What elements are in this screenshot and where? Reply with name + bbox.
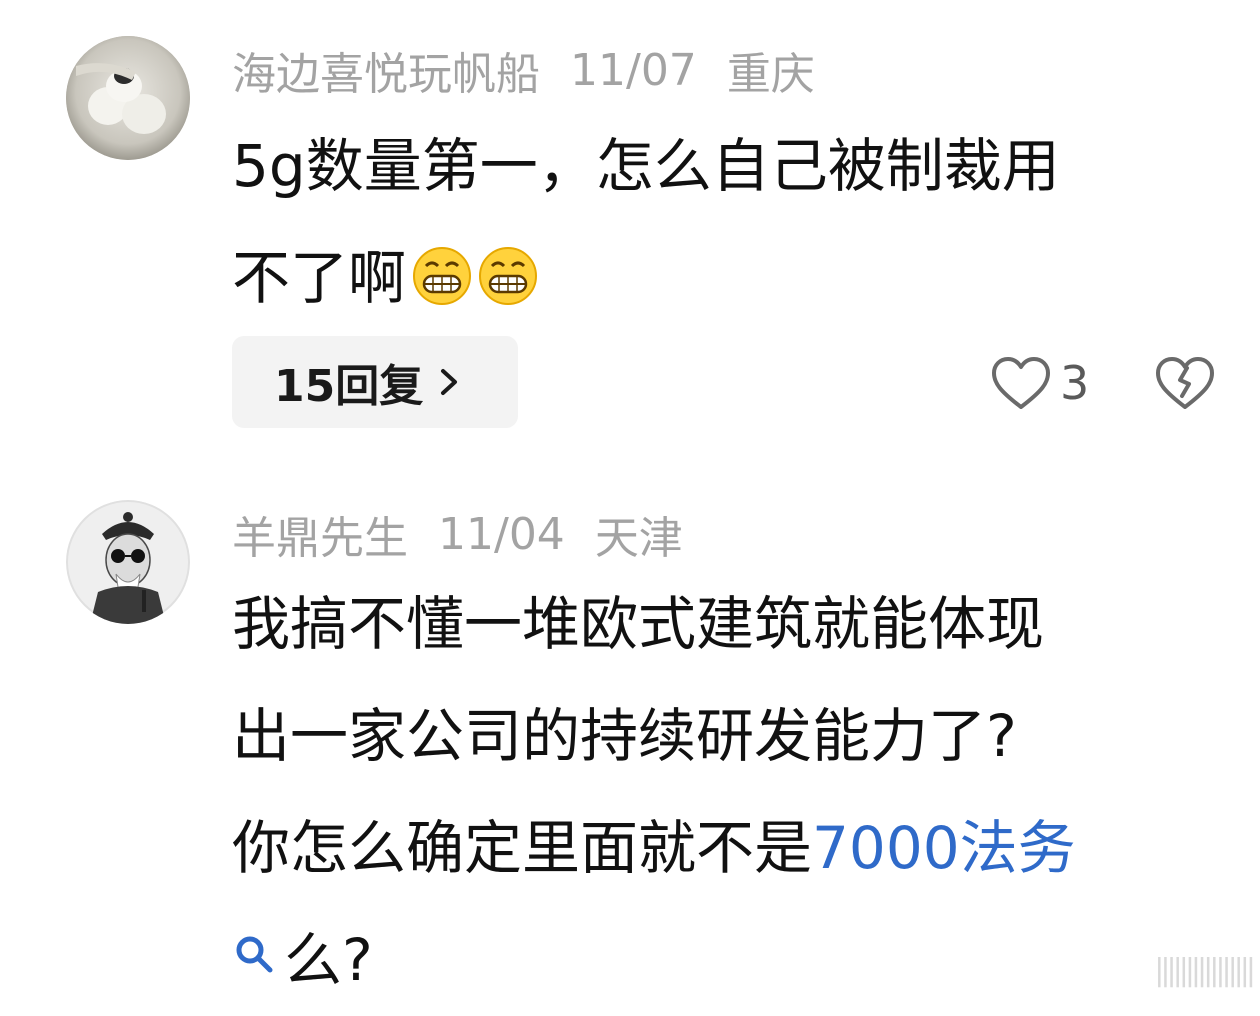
search-icon[interactable] (232, 932, 276, 976)
like-count: 3 (1060, 356, 1090, 410)
comment-text-line: 么? (232, 904, 1222, 1016)
comment-text: 5g数量第一，怎么自己被制裁用 不了啊 (232, 110, 1222, 334)
chevron-right-icon (441, 369, 458, 395)
comment-text-line: 你怎么确定里面就不是7000法务 (232, 792, 1222, 904)
view-replies-button[interactable]: 15回复 (232, 336, 518, 428)
comment-date: 11/04 (438, 508, 565, 560)
avatar[interactable] (66, 500, 190, 624)
like-button[interactable]: 3 (990, 350, 1089, 416)
comment-meta: 海边喜悦玩帆船 11/07 重庆 (232, 38, 845, 102)
comment-item: 海边喜悦玩帆船 11/07 重庆 5g数量第一，怎么自己被制裁用 不了啊 15回… (0, 0, 1260, 470)
broken-heart-icon[interactable] (1154, 354, 1216, 412)
grinning-face-emoji-icon (479, 247, 538, 305)
comment-date: 11/07 (570, 44, 697, 96)
comment-item: 羊鼎先生 11/04 天津 我搞不懂一堆欧式建筑就能体现 出一家公司的持续研发能… (0, 470, 1260, 994)
comment-text-fragment: 么? (284, 926, 373, 994)
grinning-face-emoji-icon (413, 247, 472, 305)
heart-icon (992, 357, 1050, 409)
comment-text: 我搞不懂一堆欧式建筑就能体现 出一家公司的持续研发能力了? 你怎么确定里面就不是… (232, 568, 1222, 1016)
comment-text-fragment: 不了啊 (232, 244, 407, 312)
username[interactable]: 羊鼎先生 (232, 502, 408, 566)
reply-count-label: 15回复 (274, 361, 424, 412)
comment-text-line: 5g数量第一，怎么自己被制裁用 (232, 132, 1060, 200)
comment-text-fragment: 你怎么确定里面就不是 (232, 814, 813, 882)
watermark: |||||||||||||||| (1154, 953, 1256, 988)
comment-text-line: 我搞不懂一堆欧式建筑就能体现 (232, 590, 1045, 658)
search-keyword-link[interactable]: 7000法务 (812, 814, 1076, 882)
avatar[interactable] (66, 36, 190, 160)
comment-text-line: 出一家公司的持续研发能力了? (232, 702, 1017, 770)
username[interactable]: 海边喜悦玩帆船 (232, 38, 540, 102)
comment-location: 重庆 (726, 49, 815, 100)
comment-text-line: 不了啊 (232, 222, 1222, 334)
comment-meta: 羊鼎先生 11/04 天津 (232, 502, 713, 566)
comment-location: 天津 (594, 513, 683, 564)
